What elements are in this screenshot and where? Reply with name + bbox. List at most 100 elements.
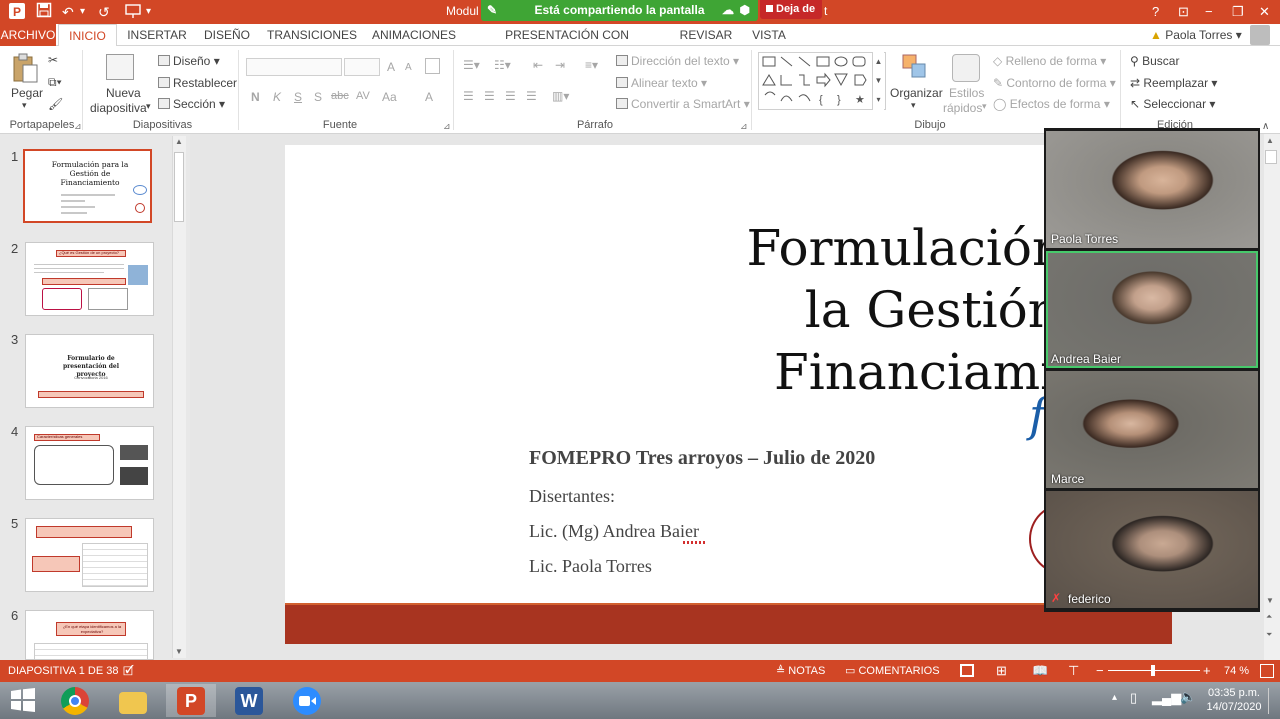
format-painter-icon[interactable]: 🖌 bbox=[48, 97, 63, 111]
thumbnails-scroll-thumb[interactable] bbox=[174, 152, 184, 222]
italic-button[interactable]: K bbox=[273, 90, 281, 104]
network-icon[interactable]: ▯ bbox=[1130, 690, 1137, 706]
thumbnail-slide-4[interactable]: Características generales bbox=[25, 426, 154, 500]
zoom-taskbar-button[interactable] bbox=[282, 684, 332, 717]
tab-diseno[interactable]: DISEÑO bbox=[198, 24, 256, 46]
underline-button[interactable]: S bbox=[294, 90, 302, 104]
participant-tile[interactable]: Marce bbox=[1046, 371, 1258, 488]
align-left-icon[interactable]: ☰ bbox=[463, 89, 474, 103]
save-icon[interactable] bbox=[36, 2, 52, 23]
arrange-icon[interactable] bbox=[902, 53, 928, 81]
slide-speaker-2[interactable]: Lic. Paola Torres bbox=[529, 556, 652, 577]
spellcheck-status-icon[interactable]: 🗹 bbox=[123, 660, 134, 682]
tab-presentacion[interactable]: PRESENTACIÓN CON DIAPOSITIVAS bbox=[466, 24, 668, 64]
shrink-font-button[interactable]: A bbox=[405, 62, 412, 73]
minimize-button[interactable]: − bbox=[1205, 2, 1213, 22]
powerpoint-taskbar-button[interactable]: P bbox=[166, 684, 216, 717]
section-button[interactable]: Sección ▾ bbox=[158, 97, 225, 111]
tab-animaciones[interactable]: ANIMACIONES bbox=[368, 24, 460, 46]
participant-tile[interactable]: federico ✗ bbox=[1046, 491, 1258, 608]
shadow-button[interactable]: S bbox=[314, 90, 322, 104]
paste-icon[interactable] bbox=[11, 52, 39, 84]
collapse-ribbon-icon[interactable]: ∧ bbox=[1262, 121, 1269, 132]
windows-start-icon[interactable] bbox=[10, 688, 36, 715]
tab-archivo[interactable]: ARCHIVO bbox=[0, 24, 56, 46]
slide-scroll-thumb[interactable] bbox=[1265, 150, 1277, 164]
slide-sorter-icon[interactable]: ⊞ bbox=[996, 660, 1007, 682]
thumbnails-scroll-down-icon[interactable]: ▼ bbox=[175, 647, 183, 656]
quick-styles-dropdown-icon[interactable]: ▾ bbox=[982, 101, 987, 112]
char-spacing-button[interactable]: AV bbox=[356, 90, 370, 102]
tab-revisar[interactable]: REVISAR bbox=[674, 24, 738, 46]
new-slide-label-1[interactable]: Nueva bbox=[106, 86, 141, 100]
grow-font-button[interactable]: A bbox=[387, 60, 395, 74]
zoom-slider-handle[interactable] bbox=[1151, 665, 1156, 676]
slide-scroll-down-icon[interactable]: ▼ bbox=[1266, 596, 1274, 605]
tab-insertar[interactable]: INSERTAR bbox=[122, 24, 192, 46]
shapes-gallery-scroll[interactable]: ▲ ▼ ▾ bbox=[872, 52, 884, 110]
thumbnail-slide-1[interactable]: Formulación para la Gestión de Financiam… bbox=[23, 149, 152, 223]
quick-styles-label-1[interactable]: Estilos bbox=[949, 86, 984, 100]
thumbnails-scroll-up-icon[interactable]: ▲ bbox=[175, 137, 183, 146]
new-slide-dropdown-icon[interactable]: ▾ bbox=[146, 101, 151, 112]
tab-inicio[interactable]: INICIO bbox=[58, 24, 117, 47]
line-spacing-icon[interactable]: ≡▾ bbox=[585, 58, 598, 72]
participant-tile-active[interactable]: Andrea Baier bbox=[1046, 251, 1258, 368]
smartart-button[interactable]: Convertir a SmartArt ▾ bbox=[616, 97, 750, 111]
thumbnail-slide-5[interactable] bbox=[25, 518, 154, 592]
show-hidden-icons[interactable]: ▴ bbox=[1112, 692, 1117, 703]
shapes-gallery[interactable]: {} ★ bbox=[758, 52, 886, 110]
avatar[interactable] bbox=[1250, 25, 1270, 45]
chrome-taskbar-button[interactable] bbox=[50, 684, 100, 717]
fit-to-window-icon[interactable] bbox=[1260, 664, 1274, 678]
font-color-button[interactable]: A bbox=[425, 90, 433, 104]
cut-icon[interactable]: ✂ bbox=[48, 53, 58, 67]
align-text-button[interactable]: Alinear texto ▾ bbox=[616, 76, 707, 90]
clear-format-icon[interactable] bbox=[425, 58, 440, 74]
ribbon-display-options-icon[interactable]: ⊡ bbox=[1178, 2, 1189, 22]
customize-qat-icon[interactable]: ▾ bbox=[146, 2, 151, 22]
reading-view-icon[interactable]: 📖 bbox=[1032, 660, 1048, 682]
select-button[interactable]: ↖ Seleccionar ▾ bbox=[1130, 97, 1215, 111]
close-button[interactable]: ✕ bbox=[1259, 2, 1270, 22]
user-account[interactable]: ▲ Paola Torres ▾ bbox=[1150, 24, 1242, 46]
thumbnail-slide-6[interactable]: ¿En qué etapa identificamos a la expecta… bbox=[25, 610, 154, 660]
new-slide-icon[interactable] bbox=[106, 54, 134, 80]
shape-outline-button[interactable]: ✎ Contorno de forma ▾ bbox=[993, 76, 1116, 90]
previous-slide-icon[interactable]: ⏶ bbox=[1266, 612, 1272, 622]
reset-button[interactable]: Restablecer bbox=[158, 76, 237, 90]
signal-icon[interactable]: ▂▄▆ bbox=[1152, 690, 1181, 706]
tab-vista[interactable]: VISTA bbox=[744, 24, 794, 46]
redo-icon[interactable]: ↺ bbox=[98, 2, 110, 22]
slide-org-line[interactable]: FOMEPRO Tres arroyos – Julio de 2020 bbox=[529, 447, 875, 470]
thumbnail-slide-2[interactable]: ¿Qué es Gestión de un proyecto? bbox=[25, 242, 154, 316]
shape-effects-button[interactable]: ◯ Efectos de forma ▾ bbox=[993, 97, 1110, 111]
tab-transiciones[interactable]: TRANSICIONES bbox=[262, 24, 362, 46]
taskbar-clock[interactable]: 03:35 p.m. 14/07/2020 bbox=[1203, 686, 1265, 714]
paragraph-launcher-icon[interactable]: ⊿ bbox=[740, 121, 748, 132]
strikethrough-button[interactable]: abc bbox=[331, 90, 349, 102]
layout-button[interactable]: Diseño ▾ bbox=[158, 54, 220, 68]
replace-button[interactable]: ⇄ Reemplazar ▾ bbox=[1130, 76, 1217, 90]
undo-dropdown-icon[interactable]: ▾ bbox=[80, 2, 85, 22]
bullets-icon[interactable]: ☰▾ bbox=[463, 58, 480, 72]
paste-dropdown-icon[interactable]: ▾ bbox=[22, 100, 27, 111]
copy-icon[interactable]: ⧉▾ bbox=[48, 75, 62, 90]
word-taskbar-button[interactable]: W bbox=[224, 684, 274, 717]
current-slide[interactable]: Formulación para la Gestión de Financiam… bbox=[285, 145, 1196, 644]
slide-scrollbar[interactable] bbox=[1264, 134, 1280, 660]
zoom-in-button[interactable]: + bbox=[1203, 660, 1211, 682]
participant-tile[interactable]: Paola Torres bbox=[1046, 131, 1258, 248]
clipboard-launcher-icon[interactable]: ⊿ bbox=[74, 121, 82, 132]
font-launcher-icon[interactable]: ⊿ bbox=[443, 121, 451, 132]
arrange-button[interactable]: Organizar bbox=[890, 86, 943, 100]
find-button[interactable]: ⚲ Buscar bbox=[1130, 54, 1179, 68]
quick-styles-icon[interactable] bbox=[952, 54, 980, 82]
stop-share-button[interactable]: Deja de bbox=[760, 0, 822, 19]
justify-icon[interactable]: ☰ bbox=[526, 89, 537, 103]
new-slide-label-2[interactable]: diapositiva bbox=[90, 101, 147, 115]
notes-button[interactable]: ≜ NOTAS bbox=[776, 660, 825, 682]
align-right-icon[interactable]: ☰ bbox=[505, 89, 516, 103]
quick-styles-label-2[interactable]: rápidos bbox=[943, 101, 982, 115]
bold-button[interactable]: N bbox=[251, 90, 260, 104]
